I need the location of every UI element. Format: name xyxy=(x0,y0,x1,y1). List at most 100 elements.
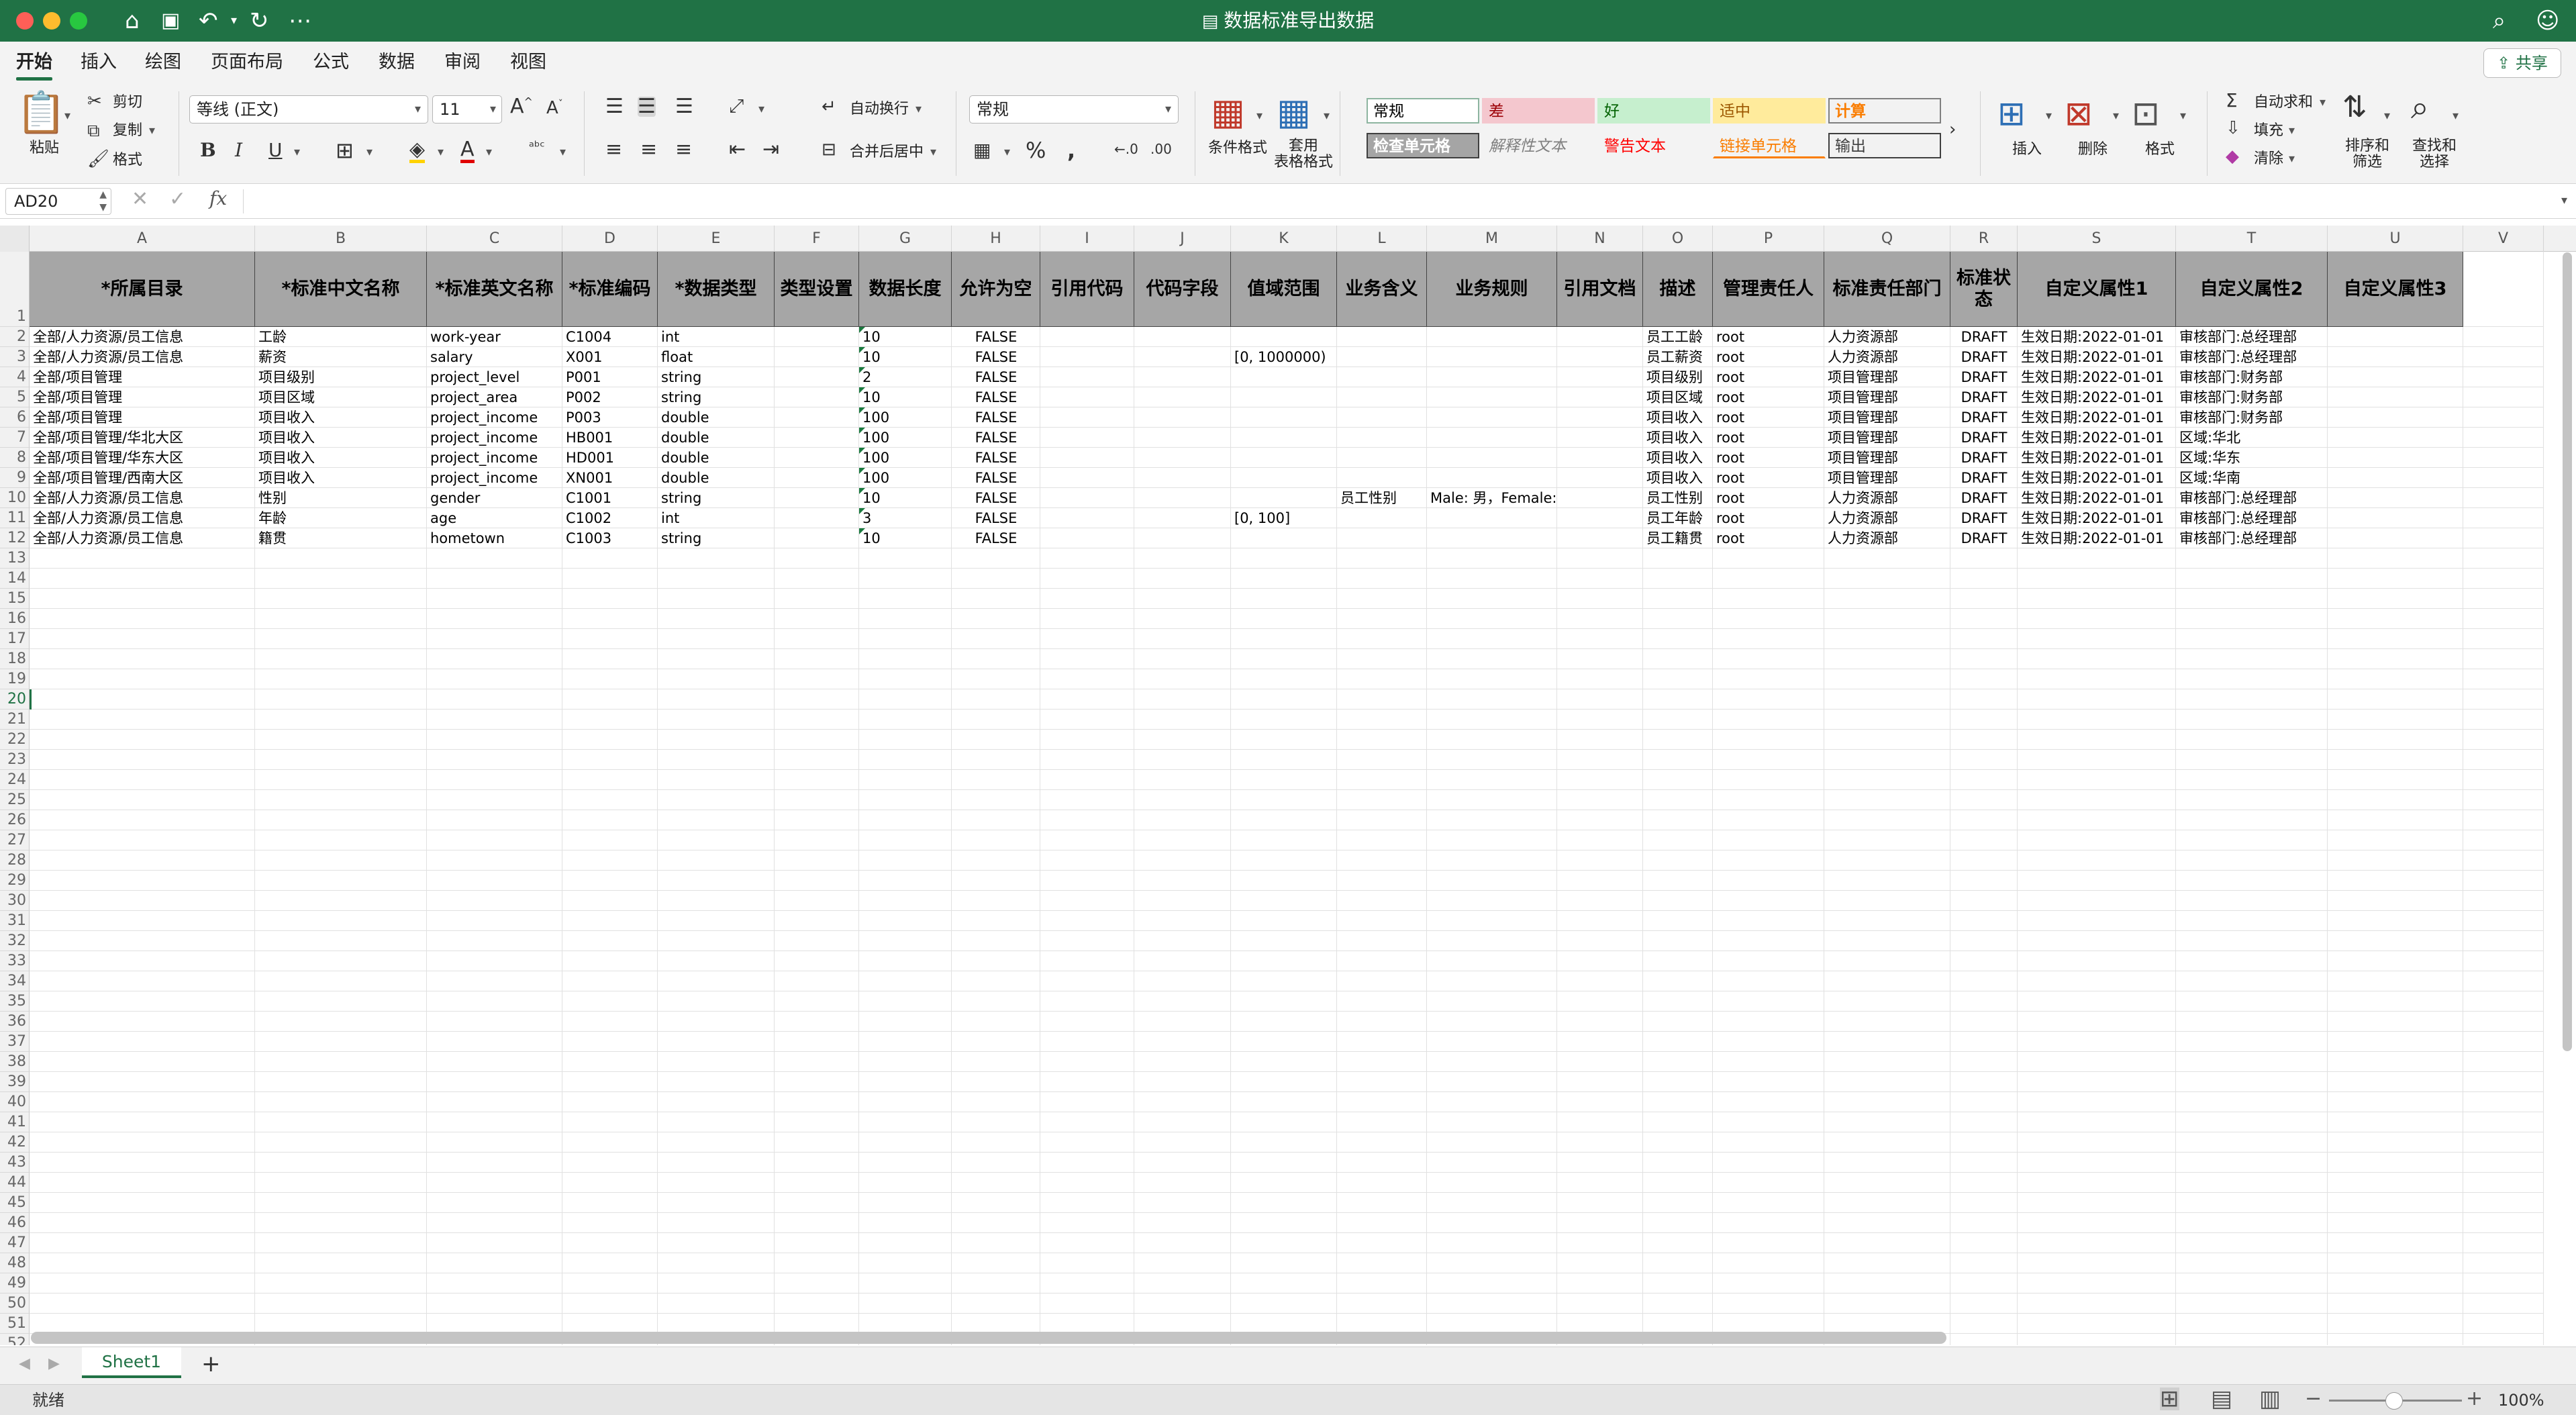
number-as-text-indicator[interactable] xyxy=(859,528,865,534)
row-header[interactable]: 46 xyxy=(0,1213,30,1233)
cell[interactable]: P003 xyxy=(562,407,658,428)
column-header[interactable]: S xyxy=(2018,226,2176,252)
cell[interactable]: root xyxy=(1713,428,1824,448)
cell[interactable]: DRAFT xyxy=(1950,327,2018,347)
cell[interactable]: 项目区域 xyxy=(1643,387,1713,407)
cell[interactable]: 员工性别 xyxy=(1643,488,1713,508)
merge-center-button[interactable]: 合并后居中 xyxy=(850,144,924,161)
cell[interactable]: salary xyxy=(427,347,562,367)
format-cells-button[interactable]: 格式 xyxy=(2145,141,2175,158)
cell[interactable]: DRAFT xyxy=(1950,488,2018,508)
cell[interactable]: int xyxy=(658,327,775,347)
cell-style-4[interactable]: 适中 xyxy=(1713,98,1826,124)
header-cell[interactable]: 标准状态 xyxy=(1950,252,2018,327)
row-header[interactable]: 9 xyxy=(0,468,30,488)
cell[interactable]: 项目收入 xyxy=(255,468,427,488)
header-cell[interactable]: 自定义属性1 xyxy=(2018,252,2176,327)
formula-input[interactable] xyxy=(243,189,2545,213)
tab-data[interactable]: 数据 xyxy=(379,51,415,74)
number-as-text-indicator[interactable] xyxy=(859,428,865,434)
cell[interactable]: string xyxy=(658,367,775,387)
row-header[interactable]: 5 xyxy=(0,387,30,407)
underline-icon[interactable]: U xyxy=(268,141,283,160)
cell[interactable]: root xyxy=(1713,387,1824,407)
next-sheet-icon[interactable]: ▶ xyxy=(48,1357,60,1371)
cell[interactable]: float xyxy=(658,347,775,367)
cell[interactable]: 项目管理部 xyxy=(1824,407,1950,428)
row-header[interactable]: 33 xyxy=(0,951,30,971)
borders-icon[interactable]: ⊞ xyxy=(336,140,354,161)
phonetic-icon[interactable]: ᵃᵇᶜ xyxy=(529,140,545,153)
merge-center-dropdown-icon[interactable]: ▾ xyxy=(930,145,936,159)
row-header[interactable]: 4 xyxy=(0,367,30,387)
underline-dropdown-icon[interactable]: ▾ xyxy=(294,145,300,159)
row-header[interactable]: 1 xyxy=(0,252,30,327)
row-header[interactable]: 2 xyxy=(0,327,30,347)
tab-home[interactable]: 开始 xyxy=(16,51,52,81)
delete-cells-icon[interactable]: ⊠ xyxy=(2065,97,2093,130)
delete-dropdown-icon[interactable]: ▾ xyxy=(2113,109,2119,123)
cell[interactable]: 项目管理部 xyxy=(1824,387,1950,407)
wrap-text-button[interactable]: 自动换行 xyxy=(850,101,909,118)
header-cell[interactable]: 引用代码 xyxy=(1040,252,1134,327)
cell[interactable]: 10 xyxy=(859,528,952,548)
cell[interactable]: 审核部门:财务部 xyxy=(2176,387,2328,407)
cell[interactable]: root xyxy=(1713,488,1824,508)
row-header[interactable]: 28 xyxy=(0,850,30,871)
sort-filter-icon[interactable]: ⇅ xyxy=(2342,93,2367,122)
cell[interactable]: root xyxy=(1713,448,1824,468)
cell[interactable]: hometown xyxy=(427,528,562,548)
row-header[interactable]: 29 xyxy=(0,871,30,891)
row-header[interactable]: 37 xyxy=(0,1032,30,1052)
insert-cells-icon[interactable]: ⊞ xyxy=(1997,97,2026,130)
cell[interactable]: 生效日期:2022-01-01 xyxy=(2018,387,2176,407)
column-header[interactable]: I xyxy=(1040,226,1134,252)
cell[interactable]: 人力资源部 xyxy=(1824,327,1950,347)
sheet-tab-sheet1[interactable]: Sheet1 xyxy=(82,1347,181,1378)
cell[interactable]: P001 xyxy=(562,367,658,387)
cell[interactable]: 审核部门:总经理部 xyxy=(2176,488,2328,508)
column-header[interactable]: T xyxy=(2176,226,2328,252)
clear-icon[interactable]: ◆ xyxy=(2226,148,2239,165)
copy-dropdown-icon[interactable]: ▾ xyxy=(149,124,155,138)
cell[interactable]: 项目管理部 xyxy=(1824,367,1950,387)
header-cell[interactable]: 自定义属性3 xyxy=(2328,252,2463,327)
row-header[interactable]: 40 xyxy=(0,1092,30,1112)
tab-formulas[interactable]: 公式 xyxy=(313,51,349,74)
decrease-decimal-icon[interactable]: .00 xyxy=(1150,142,1172,156)
increase-decimal-icon[interactable]: ←.0 xyxy=(1114,142,1138,156)
column-header[interactable]: A xyxy=(30,226,255,252)
cell[interactable]: 工龄 xyxy=(255,327,427,347)
cell[interactable]: root xyxy=(1713,508,1824,528)
column-header[interactable]: N xyxy=(1557,226,1643,252)
autosum-icon[interactable]: Σ xyxy=(2226,91,2238,110)
row-header[interactable]: 42 xyxy=(0,1132,30,1153)
column-header[interactable]: L xyxy=(1337,226,1427,252)
cell[interactable]: 薪资 xyxy=(255,347,427,367)
cell[interactable]: 生效日期:2022-01-01 xyxy=(2018,468,2176,488)
number-format-select[interactable]: 常规 ▾ xyxy=(969,95,1179,124)
number-as-text-indicator[interactable] xyxy=(859,387,865,393)
cell[interactable]: 10 xyxy=(859,387,952,407)
wrap-text-icon[interactable]: ↵ xyxy=(822,98,836,115)
comma-style-icon[interactable]: , xyxy=(1067,140,1075,161)
row-header[interactable]: 13 xyxy=(0,548,30,569)
row-header[interactable]: 27 xyxy=(0,830,30,850)
format-cells-icon[interactable]: ⊡ xyxy=(2132,97,2160,130)
row-header[interactable]: 38 xyxy=(0,1052,30,1072)
table-format-icon[interactable]: ▦ xyxy=(1277,94,1311,130)
cell[interactable]: 10 xyxy=(859,327,952,347)
cell[interactable]: 项目收入 xyxy=(255,448,427,468)
find-select-button[interactable]: 查找和 选择 xyxy=(2412,138,2457,170)
prev-sheet-icon[interactable]: ◀ xyxy=(19,1357,30,1371)
cell[interactable]: int xyxy=(658,508,775,528)
cell-style-3[interactable]: 好 xyxy=(1597,98,1710,124)
column-header[interactable]: V xyxy=(2463,226,2544,252)
row-header[interactable]: 18 xyxy=(0,649,30,669)
row-header[interactable]: 50 xyxy=(0,1294,30,1314)
autosum-dropdown-icon[interactable]: ▾ xyxy=(2320,95,2326,109)
cell[interactable]: root xyxy=(1713,327,1824,347)
cell[interactable]: C1001 xyxy=(562,488,658,508)
search-icon[interactable]: ⌕ xyxy=(2493,8,2506,34)
cell[interactable]: 项目级别 xyxy=(1643,367,1713,387)
